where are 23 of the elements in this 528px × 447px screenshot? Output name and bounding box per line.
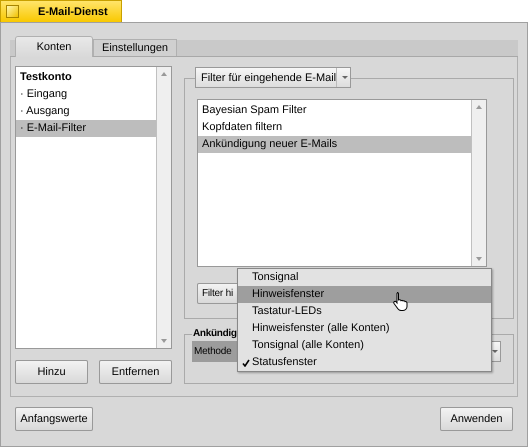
tab[interactable]: Einstellungen — [93, 39, 178, 56]
menu-item[interactable]: Tonsignal (alle Konten) — [238, 337, 491, 354]
account-button[interactable]: Entfernen — [99, 360, 172, 384]
filter-item[interactable]: Ankündigung neuer E-Mails — [198, 136, 471, 153]
menu-item[interactable]: Hinweisfenster (alle Konten) — [238, 320, 491, 337]
apply-button[interactable]: Anwenden — [440, 407, 513, 431]
group-title: Ankündig — [192, 328, 238, 339]
filter-type-dropdown[interactable]: Filter für eingehende E-Mail — [195, 67, 351, 88]
menu-item[interactable]: Tonsignal — [238, 269, 491, 286]
menu-item[interactable]: Statusfenster — [238, 354, 491, 371]
defaults-button[interactable]: Anfangswerte — [15, 407, 93, 431]
tab[interactable]: Konten — [15, 36, 93, 57]
filter-item[interactable]: Kopfdaten filtern — [198, 119, 471, 136]
account-button[interactable]: Hinzu — [15, 360, 88, 384]
account-item[interactable]: · Ausgang — [16, 103, 156, 120]
method-label: Methode — [192, 341, 237, 362]
menu-item[interactable]: Tastatur-LEDs — [238, 303, 491, 320]
account-item[interactable]: · Eingang — [16, 86, 156, 103]
account-item[interactable]: · E-Mail-Filter — [16, 120, 156, 137]
window-title: E-Mail-Dienst — [38, 6, 108, 18]
menu-item[interactable]: Hinweisfenster — [238, 286, 491, 303]
filter-item[interactable]: Bayesian Spam Filter — [198, 102, 471, 119]
account-name[interactable]: Testkonto — [16, 69, 156, 86]
